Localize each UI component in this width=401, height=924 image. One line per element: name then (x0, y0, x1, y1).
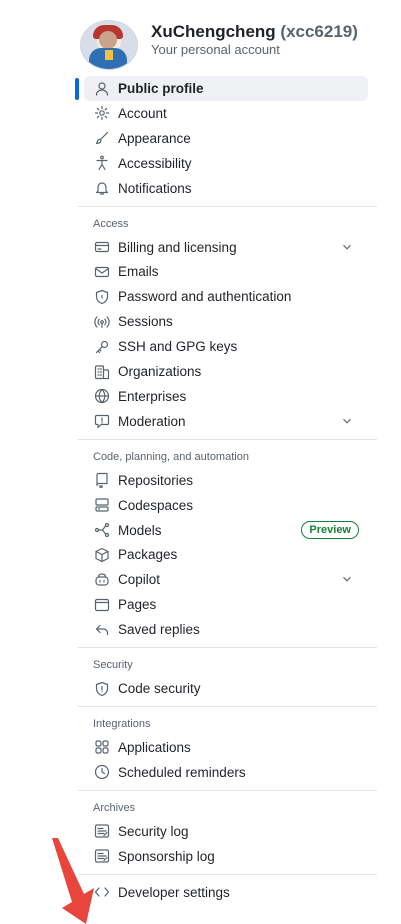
sidebar-item-label: Enterprises (118, 388, 187, 404)
sidebar-item-label: Sponsorship log (118, 848, 215, 864)
section-title-archives: Archives (93, 801, 136, 814)
sidebar-item-label: Accessibility (118, 155, 192, 171)
sidebar-item-sponsorship-log[interactable]: Sponsorship log (84, 844, 368, 869)
sidebar-item-account[interactable]: Account (84, 101, 368, 126)
section-title-security: Security (93, 659, 133, 671)
section-divider (78, 438, 377, 440)
sidebar-item-label: Emails (118, 264, 159, 280)
section-divider (78, 789, 377, 791)
sidebar-item-label: Billing and licensing (118, 239, 237, 255)
sidebar-item-ssh-and-gpg-keys[interactable]: SSH and GPG keys (84, 334, 368, 359)
account-header: XuChengcheng (xcc6219) Your personal acc… (80, 18, 395, 70)
sidebar-item-label: Account (118, 105, 167, 121)
sidebar-item-label: Moderation (118, 413, 186, 429)
sidebar-item-label: Repositories (118, 472, 194, 488)
sidebar-item-label: Pages (118, 597, 157, 613)
section-title-code-planning-and-automation: Code, planning, and automation (93, 450, 249, 463)
sidebar-item-applications[interactable]: Applications (84, 735, 368, 760)
sidebar-item-label: Models (118, 522, 162, 538)
key-icon (90, 339, 114, 355)
report-icon (90, 413, 114, 429)
copilot-icon (90, 572, 114, 588)
clock-icon (90, 764, 114, 780)
sidebar-item-label: SSH and GPG keys (118, 339, 238, 355)
bell-icon (90, 180, 114, 196)
mail-icon (90, 264, 114, 280)
section-divider (78, 705, 377, 707)
sidebar-item-notifications[interactable]: Notifications (84, 176, 368, 201)
apps-icon (90, 739, 114, 755)
sidebar-item-label: Password and authentication (118, 289, 292, 305)
organization-icon (90, 364, 114, 380)
sidebar-item-saved-replies[interactable]: Saved replies (84, 617, 368, 642)
sidebar-item-repositories[interactable]: Repositories (84, 468, 368, 493)
gear-icon (90, 105, 114, 121)
active-indicator (75, 78, 79, 100)
credit-card-icon (90, 239, 114, 255)
preview-badge: Preview (301, 520, 359, 539)
sidebar-item-label: Copilot (118, 572, 161, 588)
sidebar-item-label: Code security (118, 681, 201, 696)
sidebar-item-models[interactable]: Models Preview (84, 518, 368, 543)
reply-icon (90, 622, 114, 638)
sidebar-item-security-log[interactable]: Security log (84, 819, 368, 844)
avatar[interactable] (80, 20, 138, 70)
sidebar-item-public-profile[interactable]: Public profile (84, 76, 368, 101)
account-subtitle: Your personal account (151, 42, 280, 57)
paintbrush-icon (90, 130, 114, 146)
accessibility-icon (90, 155, 114, 171)
section-title-access: Access (93, 217, 129, 230)
models-icon (90, 522, 114, 538)
sidebar-item-label: Organizations (118, 364, 202, 379)
section-divider (78, 205, 377, 207)
shield-lock-icon (90, 289, 114, 305)
sidebar-item-label: Appearance (118, 130, 191, 146)
codespaces-icon (90, 497, 114, 513)
section-divider (78, 647, 377, 648)
chevron-down-icon[interactable] (340, 240, 354, 254)
sidebar-item-copilot[interactable]: Copilot (84, 567, 368, 592)
shield-check-icon (90, 681, 114, 697)
sidebar-item-label: Codespaces (118, 497, 194, 513)
sidebar-item-label: Packages (118, 547, 178, 563)
sidebar-item-organizations[interactable]: Organizations (84, 359, 368, 384)
section-title-integrations: Integrations (93, 717, 151, 730)
sidebar-item-label: Public profile (118, 81, 204, 96)
chevron-down-icon[interactable] (340, 572, 354, 586)
sidebar-item-code-security[interactable]: Code security (84, 676, 368, 701)
sidebar-item-label: Applications (118, 739, 191, 755)
sidebar-item-sessions[interactable]: Sessions (84, 309, 368, 334)
annotation-arrow (52, 838, 94, 924)
globe-icon (90, 388, 114, 404)
sidebar-item-billing-and-licensing[interactable]: Billing and licensing (84, 235, 368, 260)
sidebar-item-label: Notifications (118, 180, 192, 196)
account-handle: (xcc6219) (280, 22, 358, 41)
sidebar-item-label: Developer settings (118, 884, 230, 900)
person-icon (90, 81, 114, 97)
sidebar-item-enterprises[interactable]: Enterprises (84, 384, 368, 409)
log-icon (90, 823, 114, 839)
sidebar-item-pages[interactable]: Pages (84, 592, 368, 617)
broadcast-icon (90, 314, 114, 330)
sidebar-item-packages[interactable]: Packages (84, 542, 368, 567)
account-name[interactable]: XuChengcheng (xcc6219) (151, 22, 358, 42)
package-icon (90, 547, 114, 563)
section-divider (78, 873, 377, 875)
sidebar-item-password-and-authentication[interactable]: Password and authentication (84, 284, 368, 309)
sidebar-item-label: Scheduled reminders (118, 764, 246, 780)
sidebar-item-moderation[interactable]: Moderation (84, 409, 368, 434)
sidebar-item-emails[interactable]: Emails (84, 259, 368, 284)
sidebar-item-codespaces[interactable]: Codespaces (84, 493, 368, 518)
sidebar-item-label: Security log (118, 823, 189, 839)
sidebar-item-appearance[interactable]: Appearance (84, 126, 368, 151)
sidebar-item-accessibility[interactable]: Accessibility (84, 151, 368, 176)
sidebar-item-label: Saved replies (118, 622, 200, 638)
repo-icon (90, 472, 114, 489)
chevron-down-icon[interactable] (340, 414, 354, 428)
display-name[interactable]: XuChengcheng (151, 22, 276, 41)
sidebar-item-developer-settings[interactable]: Developer settings (84, 880, 368, 905)
sidebar-item-label: Sessions (118, 314, 173, 330)
sidebar-item-scheduled-reminders[interactable]: Scheduled reminders (84, 760, 368, 785)
browser-icon (90, 597, 114, 613)
